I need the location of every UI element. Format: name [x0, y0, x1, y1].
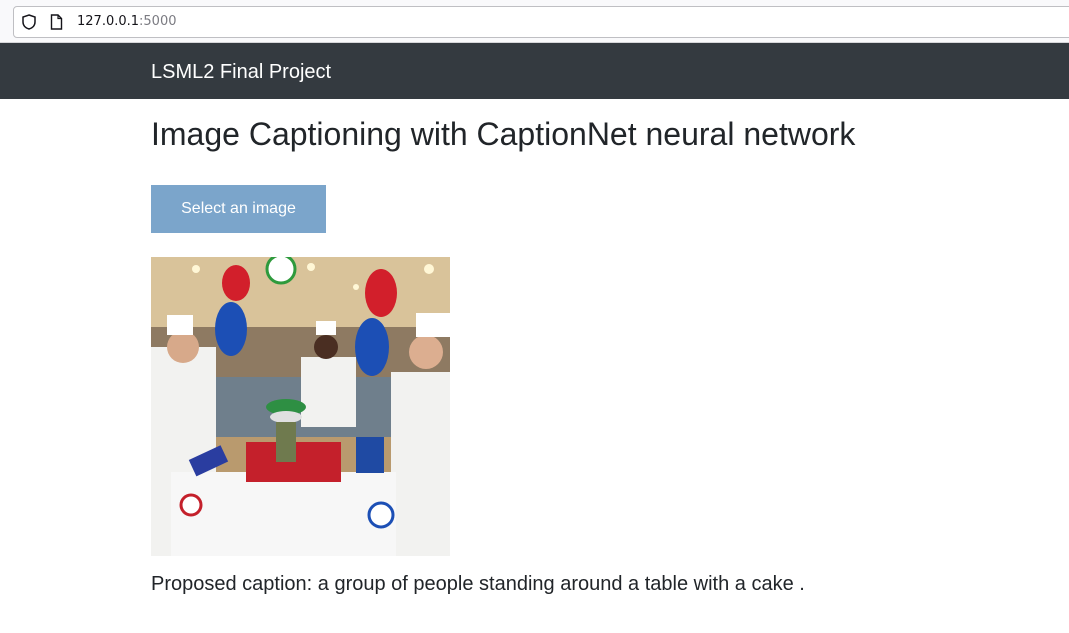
select-image-button[interactable]: Select an image: [151, 185, 326, 233]
navbar: LSML2 Final Project: [0, 43, 1069, 99]
page-icon: [50, 14, 63, 30]
caption-label: Proposed caption:: [151, 573, 313, 595]
navbar-brand[interactable]: LSML2 Final Project: [151, 60, 331, 84]
page-title: Image Captioning with CaptionNet neural …: [151, 116, 856, 152]
url-port: :5000: [139, 14, 177, 29]
caption-output: Proposed caption: a group of people stan…: [151, 572, 805, 596]
url-text[interactable]: 127.0.0.1:5000: [77, 14, 177, 30]
browser-toolbar: 127.0.0.1:5000: [0, 0, 1069, 43]
caption-text: a group of people standing around a tabl…: [317, 573, 805, 595]
uploaded-image: [151, 257, 450, 556]
shield-icon[interactable]: [22, 14, 36, 30]
url-host: 127.0.0.1: [77, 14, 140, 29]
